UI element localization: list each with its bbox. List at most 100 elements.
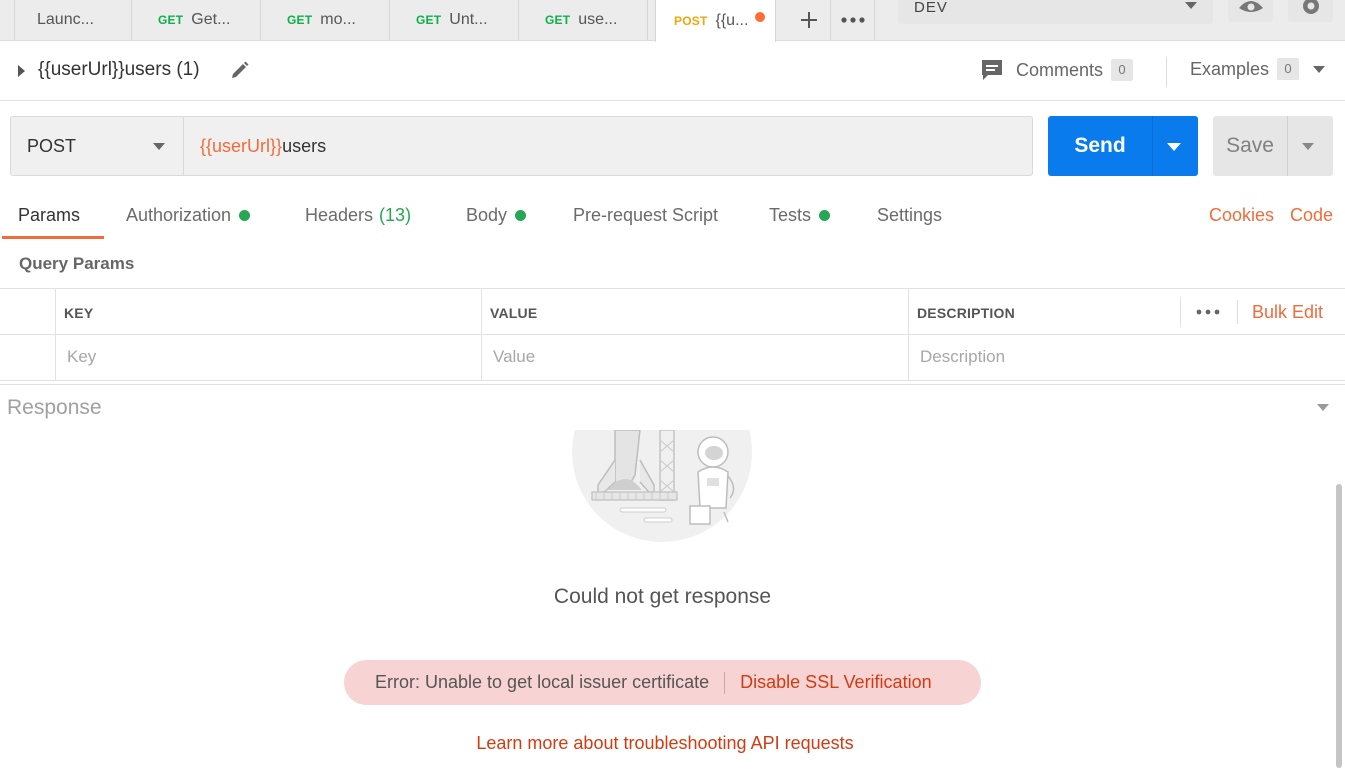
tab-pre-request-script[interactable]: Pre-request Script [573,205,718,226]
tab-label: Body [466,205,508,225]
save-button-group: Save [1213,116,1333,176]
save-options-chevron-icon[interactable] [1302,143,1314,150]
request-name[interactable]: {{userUrl}}users (1) [38,59,200,81]
tab-method: GET [416,13,442,27]
send-options-chevron-icon[interactable] [1167,143,1181,151]
learn-more-link[interactable]: Learn more about troubleshooting API req… [0,733,1330,754]
bulk-edit-link[interactable]: Bulk Edit [1252,302,1323,323]
save-button[interactable]: Save [1213,116,1287,176]
tab-get-3[interactable]: GET Unt... [390,0,519,40]
tab-headers[interactable]: Headers (13) [305,205,411,226]
column-header-description: DESCRIPTION [917,305,1015,321]
param-value-input[interactable]: Value [493,347,535,367]
param-key-input[interactable]: Key [67,347,96,367]
divider [1152,116,1153,176]
http-method-select[interactable]: POST [10,116,184,176]
tab-method: GET [158,13,184,27]
code-link[interactable]: Code [1290,205,1333,226]
headers-count: (13) [379,205,412,225]
status-dot [515,210,527,221]
tab-label: Params [18,205,81,225]
query-params-title: Query Params [19,254,135,273]
status-dot [239,210,251,221]
disable-ssl-verification-link[interactable]: Disable SSL Verification [740,672,931,693]
tab-get-2[interactable]: GET mo... [261,0,390,40]
column-header-value: VALUE [490,305,538,321]
tab-post-active[interactable]: POST {{u... [655,0,776,42]
tab-label: Settings [877,205,943,225]
tab-params[interactable]: Params [18,205,80,226]
url-path: users [282,135,327,156]
column-header-key: KEY [64,305,94,321]
tab-label: use... [578,11,618,28]
http-method-value: POST [27,135,77,156]
tab-launchpad[interactable]: Launc... [14,0,132,40]
more-horizontal-icon[interactable] [1195,299,1221,325]
expand-request-info-icon[interactable] [18,65,25,77]
tab-label: Headers [305,205,374,225]
pencil-icon[interactable] [230,60,250,80]
examples-label: Examples [1190,58,1270,79]
eye-icon [1238,1,1263,12]
divider [55,289,56,381]
request-tab-bar: Launc... GET Get... GET mo... GET Unt...… [0,0,1345,42]
comments-button[interactable]: Comments 0 [980,58,1134,82]
tab-settings[interactable]: Settings [877,205,942,226]
collapse-response-chevron-icon[interactable] [1317,404,1329,411]
divider [0,384,1345,385]
param-description-input[interactable]: Description [920,347,1005,367]
new-tab-button[interactable] [787,0,831,40]
divider [0,334,1345,335]
query-params-table: KEY VALUE DESCRIPTION Bulk Edit Key Valu… [0,288,1345,381]
tab-label: Launc... [37,11,94,28]
comments-count-badge: 0 [1111,59,1134,81]
environment-quick-look-button[interactable] [1228,0,1273,22]
examples-count-badge: 0 [1277,58,1300,80]
tab-tests[interactable]: Tests [769,205,831,226]
send-button-group: Send [1048,116,1198,176]
tab-label: Authorization [126,205,232,225]
tab-label: Get... [191,11,231,28]
gear-icon [1302,0,1319,14]
error-text: Error: Unable to get local issuer certif… [375,672,710,692]
divider [724,671,726,694]
url-variable: {{userUrl}} [200,135,283,156]
tab-get-4[interactable]: GET use... [519,0,648,40]
divider [1166,57,1167,87]
request-url-input[interactable]: {{userUrl}} users [183,116,1033,176]
error-banner: Error: Unable to get local issuer certif… [344,660,981,705]
scrollbar-thumb[interactable] [1336,484,1342,768]
divider [1180,297,1181,327]
send-button[interactable]: Send [1048,116,1152,176]
request-title-row: {{userUrl}}users (1) Comments 0 Examples… [0,41,1345,101]
tab-label: Unt... [449,11,488,28]
active-tab-indicator [2,236,104,239]
tab-get-1[interactable]: GET Get... [132,0,261,40]
tab-label: Pre-request Script [573,205,719,225]
cookies-link[interactable]: Cookies [1209,205,1274,226]
comment-icon [982,60,1002,80]
response-title: Response [7,396,102,419]
environment-select[interactable]: DEV [898,0,1213,24]
divider [1287,116,1288,176]
chevron-down-icon [1313,65,1326,73]
status-dot [819,210,831,221]
no-response-message: Could not get response [553,585,772,608]
astronaut-rocket-illustration [572,430,752,542]
divider [481,289,482,381]
tab-label: mo... [320,11,356,28]
divider [1237,300,1238,324]
divider [908,289,909,381]
tab-label: {{u... [715,12,749,29]
tab-method: POST [674,14,708,28]
tab-method: GET [545,13,571,27]
tab-method: GET [287,13,313,27]
tab-authorization[interactable]: Authorization [126,205,251,226]
examples-button[interactable]: Examples 0 [1190,58,1326,80]
environment-selected: DEV [914,0,948,16]
tab-label: Tests [769,205,812,225]
chevron-down-icon [1185,2,1197,9]
tab-body[interactable]: Body [466,205,527,226]
environment-settings-button[interactable] [1288,0,1333,22]
tab-options-button[interactable] [831,0,875,40]
